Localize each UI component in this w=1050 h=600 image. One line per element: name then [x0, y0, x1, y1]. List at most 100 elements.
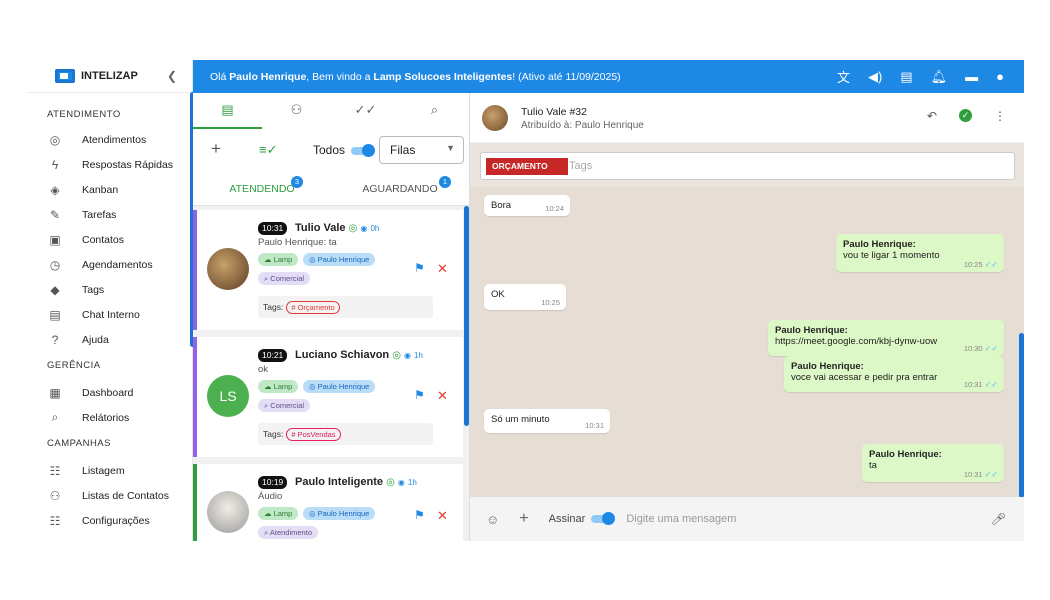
tag-pill: # Orçamento: [286, 301, 340, 314]
welcome: , Bem vindo a: [306, 70, 374, 83]
tag-pill: # PosVendas: [286, 428, 341, 441]
sidebar-item-kanban[interactable]: ◈ Kanban: [27, 177, 192, 202]
message-text: OK: [491, 289, 505, 300]
search-icon: ⌕: [51, 410, 59, 424]
app-window: INTELIZAP ❮ ATENDIMENTO ◎ Atendimentos ϟ R…: [27, 60, 1024, 541]
todos-switch[interactable]: [351, 143, 376, 157]
ticket-item[interactable]: LS 10:21 Luciano Schiavon ◎ ◉ 1h ok ☁ La…: [193, 337, 463, 457]
sign-toggle[interactable]: Assinar: [549, 512, 616, 526]
sidebar-item-tarefas[interactable]: ✎ Tarefas: [27, 202, 192, 227]
ticket-item[interactable]: 10:31 Tulio Vale ◎ ◉ 0h Paulo Henrique: …: [193, 210, 463, 330]
transfer-icon[interactable]: ⚑: [414, 261, 425, 275]
message-bubble-outgoing: Paulo Henrique: vou te ligar 1 momento 10:…: [836, 234, 1004, 272]
tab-closed[interactable]: ✓✓: [331, 93, 400, 129]
ticket-title: Tulio Vale ◎ ◉ 0h: [295, 222, 379, 234]
queue-chip: ⌕ Comercial: [258, 399, 311, 412]
chat-actions: ↶ ✓ ⋮: [927, 109, 1006, 123]
eye-icon: ◉: [397, 478, 405, 487]
close-icon[interactable]: ✕: [437, 261, 448, 277]
todos-label: Todos: [313, 143, 346, 157]
message-time: 10:30: [963, 344, 983, 353]
sidebar-item-configuracoes[interactable]: ☷ Configurações: [27, 508, 192, 533]
message-icon[interactable]: ▤: [900, 69, 912, 85]
tab-open-chats[interactable]: ▤: [193, 93, 262, 129]
close-icon[interactable]: ✕: [437, 388, 448, 404]
translate-icon[interactable]: 文: [837, 67, 850, 86]
tab-atendendo[interactable]: ATENDENDO 3: [193, 173, 331, 205]
sidebar-item-tags[interactable]: ◆ Tags: [27, 277, 192, 302]
attach-plus-icon[interactable]: +: [519, 510, 528, 528]
sidebar-item-dashboard[interactable]: ▦ Dashboard: [27, 380, 192, 405]
sidebar-item-respostas-rapidas[interactable]: ϟ Respostas Rápidas: [27, 152, 192, 177]
tab-aguardando[interactable]: AGUARDANDO 1: [331, 173, 469, 205]
sidebar-item-ajuda[interactable]: ? Ajuda: [27, 327, 192, 352]
collapse-sidebar-icon[interactable]: ❮: [167, 69, 177, 83]
message-bubble-incoming: Só um minuto 10:31: [484, 409, 610, 433]
sidebar-item-label: Configurações: [82, 514, 150, 527]
sidebar-item-label: Tags: [82, 283, 105, 296]
tab-groups[interactable]: ⚇: [262, 93, 331, 129]
emoji-icon[interactable]: ☺: [486, 512, 499, 527]
sign-switch[interactable]: [591, 512, 616, 526]
queue-label: Comercial: [270, 274, 305, 283]
tags-placeholder: Tags: [569, 160, 593, 172]
transfer-icon[interactable]: ⚑: [414, 388, 425, 402]
sidebar-item-label: Listas de Contatos: [82, 489, 169, 502]
people-icon: ⚇: [290, 102, 303, 117]
sidebar-item-contatos[interactable]: ▣ Contatos: [27, 227, 192, 252]
avatar: [207, 491, 249, 533]
close-icon[interactable]: ✕: [437, 508, 448, 524]
connection-chip: ☁ Lamp: [258, 253, 299, 266]
connection-label: Lamp: [273, 255, 293, 264]
more-vert-icon[interactable]: ⋮: [994, 109, 1006, 123]
sidebar-item-label: Contatos: [82, 233, 125, 246]
sidebar-item-chat-interno[interactable]: ▤ Chat Interno: [27, 302, 192, 327]
tags-input[interactable]: ORÇAMENTO Tags: [480, 152, 1015, 180]
filas-select[interactable]: Filas ▼: [379, 136, 464, 164]
greeting: Olá: [210, 70, 230, 83]
checklist-icon[interactable]: ≡✓: [259, 142, 277, 158]
sidebar-item-listagem[interactable]: ☷ Listagem: [27, 458, 192, 483]
double-check-icon: ✓✓: [984, 344, 998, 353]
tab-atendendo-label: ATENDENDO: [229, 183, 295, 195]
ticket-item[interactable]: 10:19 Paulo Inteligente ◎ ◉ 1h Áudio ☁ L…: [193, 464, 463, 541]
resolve-check-icon[interactable]: ✓: [959, 109, 972, 122]
volume-icon[interactable]: ◀): [868, 69, 882, 85]
aguardando-count-badge: 1: [439, 176, 451, 188]
message-input[interactable]: Digite uma mensagem: [626, 513, 736, 525]
ticket-time: 10:21: [258, 349, 288, 362]
chat-scrollbar[interactable]: [1019, 333, 1024, 498]
message-bubble-incoming: Bora 10:24: [484, 195, 570, 216]
tags-label: Tags:: [263, 429, 284, 439]
new-ticket-button[interactable]: +: [211, 139, 221, 159]
tag-pill[interactable]: ORÇAMENTO: [486, 158, 568, 175]
chat-icon[interactable]: ▬: [965, 69, 978, 84]
sidebar-item-agendamentos[interactable]: ◷ Agendamentos: [27, 252, 192, 277]
account-icon[interactable]: ●: [996, 69, 1004, 84]
message-time: 10:25: [541, 298, 560, 307]
bell-icon[interactable]: 🔔︎: [931, 69, 948, 85]
section-title-atendimento: ATENDIMENTO: [47, 109, 121, 120]
chat-assigned: Atribuído à: Paulo Henrique: [521, 120, 644, 131]
ticket-tags: Tags: # Orçamento: [258, 296, 433, 318]
avatar: [482, 105, 508, 131]
avatar: [207, 248, 249, 290]
user-name: Paulo Henrique: [229, 70, 307, 83]
sidebar-item-relatorios[interactable]: ⌕ Relátorios: [27, 405, 192, 430]
double-check-icon: ✓✓: [984, 380, 998, 389]
top-bar: Olá Paulo Henrique, Bem vindo a Lamp Sol…: [193, 60, 1024, 93]
ticket-time: 10:31: [258, 222, 288, 235]
tags-label: Tags:: [263, 302, 284, 312]
todos-toggle[interactable]: Todos: [313, 143, 376, 157]
transfer-icon[interactable]: ⚑: [414, 508, 425, 522]
ticket-list-scrollbar[interactable]: [464, 206, 469, 426]
sidebar-item-listas-de-contatos[interactable]: ⚇ Listas de Contatos: [27, 483, 192, 508]
logo-icon: [55, 69, 75, 83]
sidebar-item-atendimentos[interactable]: ◎ Atendimentos: [27, 127, 192, 152]
queue-chip: ⌕ Atendimento: [258, 526, 318, 539]
tab-search[interactable]: ⌕: [400, 93, 469, 129]
message-sender: Paulo Henrique:: [843, 239, 916, 250]
microphone-icon[interactable]: 🎤︎: [991, 512, 1006, 526]
sidebar-item-label: Dashboard: [82, 386, 134, 399]
undo-icon[interactable]: ↶: [927, 109, 937, 123]
